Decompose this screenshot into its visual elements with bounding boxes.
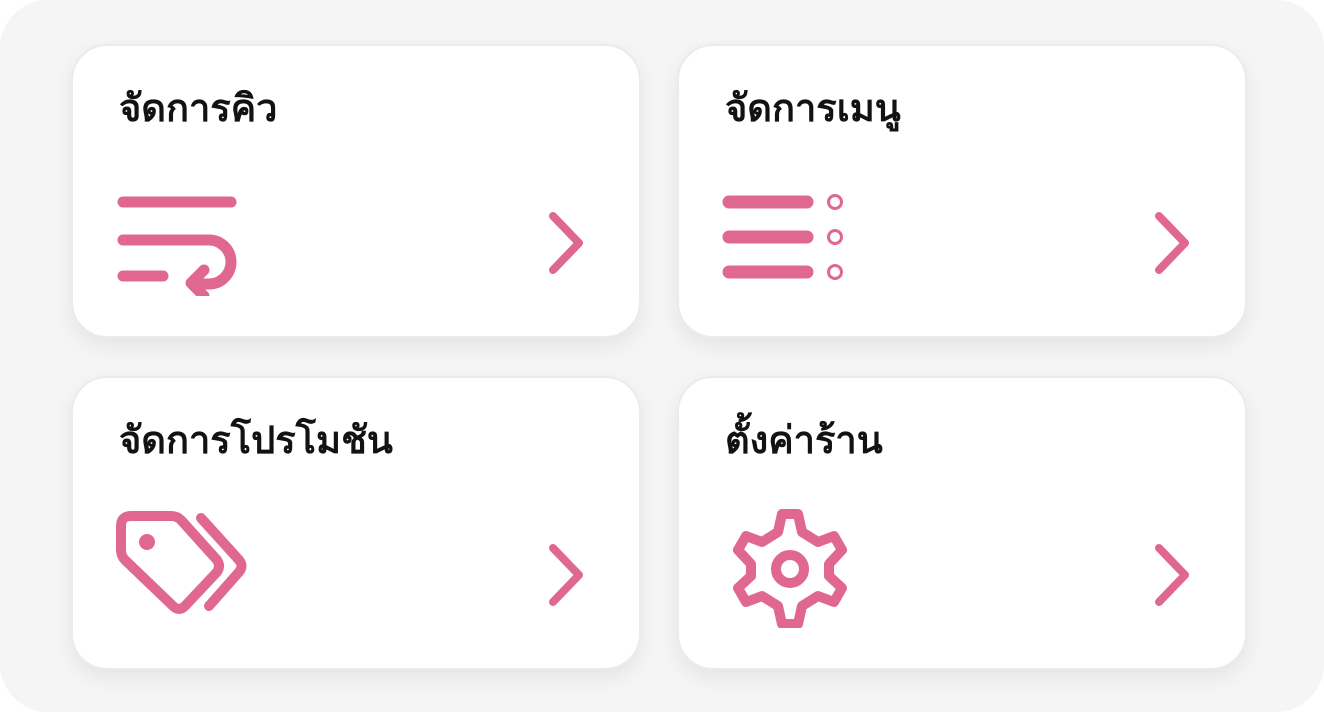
chevron-right-icon — [545, 208, 589, 278]
dashboard-panel: จัดการคิว จัดการเมนู จัดการโปรโมชัน ตั้ง… — [0, 0, 1324, 712]
card-title: ตั้งค่าร้าน — [725, 418, 883, 462]
card-title: จัดการเมนู — [725, 86, 901, 130]
card-title: จัดการโปรโมชัน — [119, 418, 393, 462]
tags-icon — [113, 508, 253, 628]
list-icon — [719, 176, 859, 296]
chevron-right-icon — [545, 540, 589, 610]
card-title: จัดการคิว — [119, 86, 278, 130]
menu-card-menu[interactable]: จัดการเมนู — [677, 44, 1247, 338]
menu-card-settings[interactable]: ตั้งค่าร้าน — [677, 376, 1247, 670]
chevron-right-icon — [1151, 540, 1195, 610]
queue-wrap-icon — [113, 176, 253, 296]
gear-icon — [719, 508, 859, 628]
menu-card-queue[interactable]: จัดการคิว — [71, 44, 641, 338]
menu-card-promotion[interactable]: จัดการโปรโมชัน — [71, 376, 641, 670]
chevron-right-icon — [1151, 208, 1195, 278]
